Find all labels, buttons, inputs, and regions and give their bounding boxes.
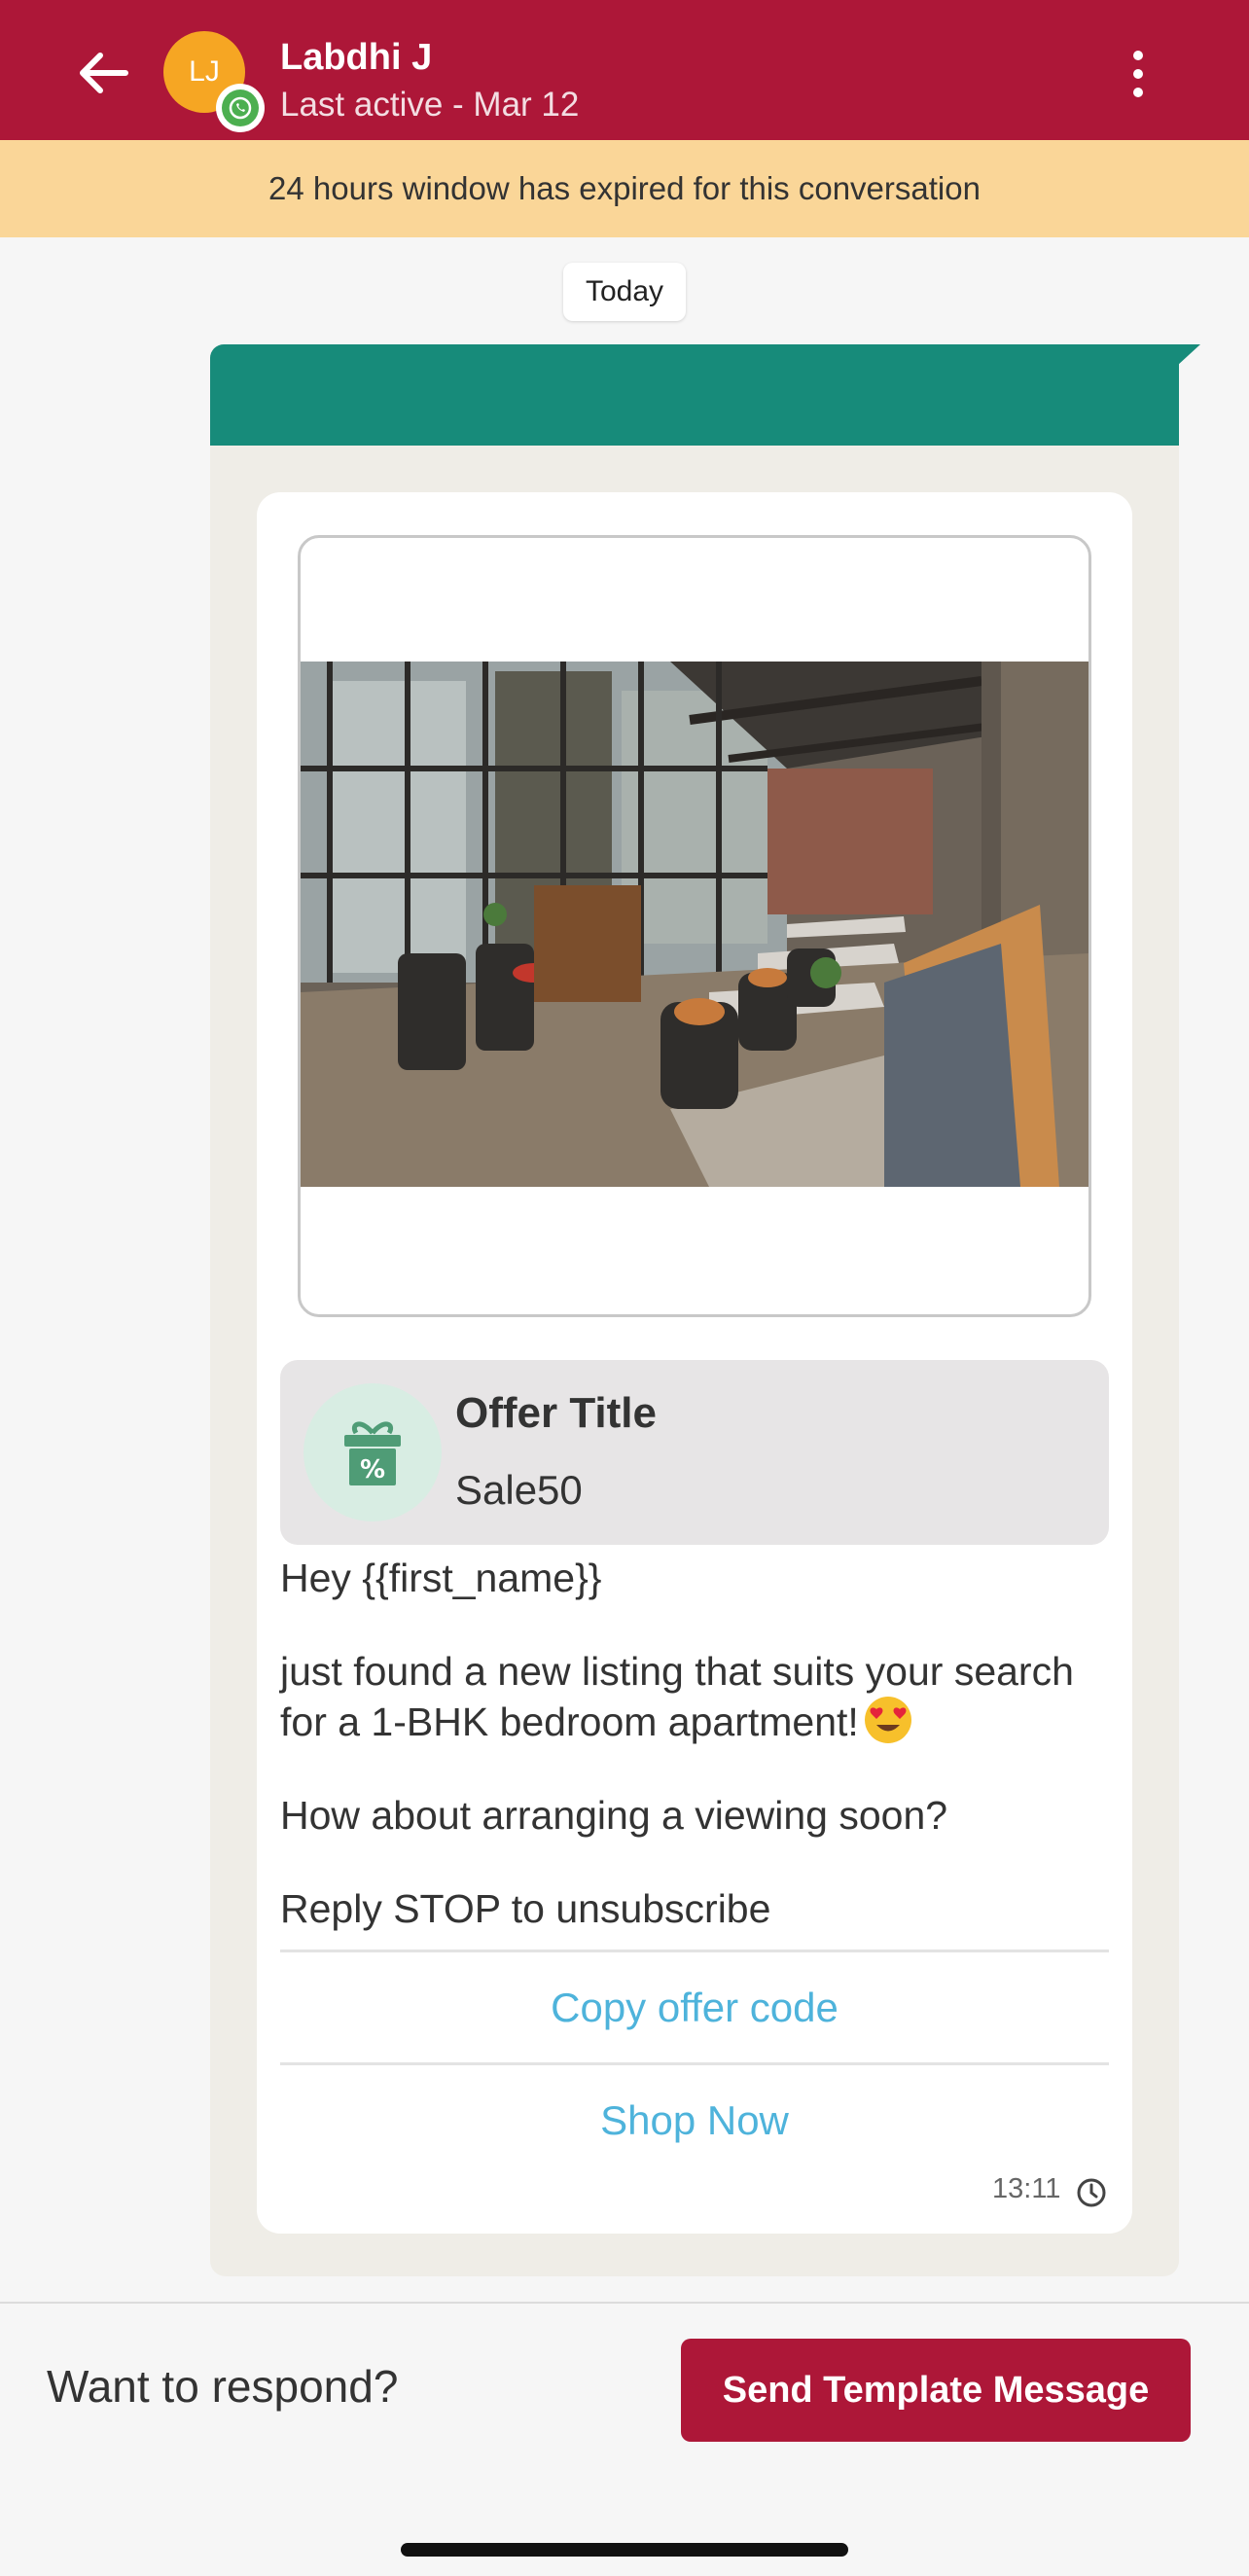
chat-area: Today % Offer Title Sale50 Hey {{first_n…: [0, 237, 1249, 2304]
more-options-button[interactable]: [1119, 43, 1158, 105]
divider: [280, 1950, 1109, 1952]
svg-text:%: %: [360, 1455, 385, 1485]
message-line: just found a new listing that suits your…: [280, 1649, 1074, 1744]
contact-name[interactable]: Labdhi J: [280, 37, 432, 79]
message-line: Hey {{first_name}}: [280, 1556, 602, 1600]
divider: [280, 2062, 1109, 2065]
footer: Want to respond? Send Template Message: [0, 2304, 1249, 2576]
offer-title: Offer Title: [455, 1389, 658, 1437]
gift-percent-icon: %: [344, 1421, 401, 1485]
chat-header: LJ Labdhi J Last active - Mar 12: [0, 0, 1249, 140]
offer-code: Sale50: [455, 1467, 583, 1513]
message-timestamp: 13:11: [992, 2173, 1061, 2204]
clock-icon: [1077, 2178, 1106, 2207]
shop-now-button[interactable]: Shop Now: [280, 2066, 1109, 2175]
copy-offer-code-button[interactable]: Copy offer code: [280, 1953, 1109, 2062]
whatsapp-badge: [216, 84, 265, 132]
offer-icon-container: %: [303, 1383, 442, 1521]
home-indicator[interactable]: [401, 2543, 848, 2557]
bubble-tail: [1177, 344, 1200, 366]
template-message-header: [210, 344, 1179, 446]
send-template-message-button[interactable]: Send Template Message: [681, 2339, 1191, 2442]
more-vertical-icon: [1133, 51, 1143, 60]
offer-box: % Offer Title Sale50: [280, 1360, 1109, 1545]
message-line: How about arranging a viewing soon?: [280, 1793, 948, 1838]
message-text: Hey {{first_name}} just found a new list…: [280, 1555, 1117, 1932]
last-active-status: Last active - Mar 12: [280, 86, 580, 124]
arrow-left-icon: [80, 53, 128, 93]
template-message-card: % Offer Title Sale50 Hey {{first_name}} …: [257, 492, 1132, 2234]
message-line: Reply STOP to unsubscribe: [280, 1886, 771, 1931]
media-frame[interactable]: [298, 535, 1091, 1317]
heart-eyes-emoji-icon: [864, 1697, 911, 1743]
whatsapp-icon: [229, 96, 252, 120]
restaurant-image: [301, 662, 1088, 1187]
respond-prompt: Want to respond?: [47, 2361, 399, 2412]
expired-window-banner: 24 hours window has expired for this con…: [0, 140, 1249, 237]
back-button[interactable]: [70, 39, 138, 107]
date-chip: Today: [563, 263, 686, 321]
message-line-with-emoji: just found a new listing that suits your…: [280, 1648, 1117, 1745]
